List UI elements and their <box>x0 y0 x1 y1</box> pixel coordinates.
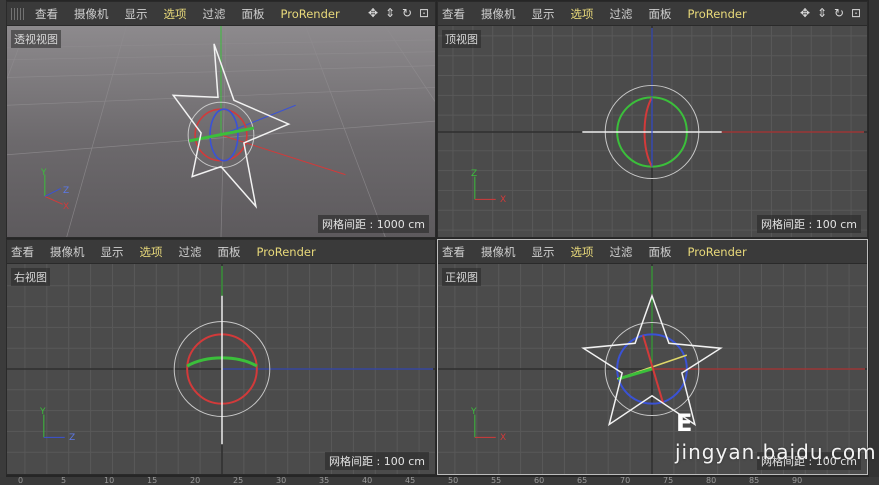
viewport-right[interactable]: 查看 摄像机 显示 选项 过滤 面板 ProRender 右视图 Y Z 网格间… <box>6 239 436 475</box>
grid-spacing-perspective: 网格间距 : 1000 cm <box>318 215 429 233</box>
viewport-title-front: 正视图 <box>442 268 481 286</box>
move-view-icon[interactable]: ✥ <box>366 6 380 20</box>
menu-camera[interactable]: 摄像机 <box>481 6 516 22</box>
pan-view-icon[interactable]: ⇕ <box>383 6 397 20</box>
menu-options[interactable]: 选项 <box>571 244 594 260</box>
right-canvas[interactable]: 右视图 Y Z 网格间距 : 100 cm <box>7 264 435 474</box>
axis-y-label: Y <box>471 407 477 417</box>
viewport-perspective[interactable]: 查看 摄像机 显示 选项 过滤 面板 ProRender ✥ ⇕ ↻ ⊡ 透视视… <box>6 1 436 238</box>
axis-x-label: X <box>63 202 70 212</box>
timeline-tick: 50 <box>448 476 459 485</box>
timeline-tick: 15 <box>147 476 158 485</box>
timeline-tick: 75 <box>663 476 674 485</box>
viewport-title-perspective: 透视视图 <box>11 30 61 48</box>
rotate-view-icon[interactable]: ↻ <box>400 6 414 20</box>
timeline-tick: 5 <box>61 476 67 485</box>
menu-display[interactable]: 显示 <box>125 6 148 22</box>
pan-view-icon[interactable]: ⇕ <box>815 6 829 20</box>
timeline-tick: 20 <box>190 476 201 485</box>
menu-view[interactable]: 查看 <box>11 244 34 260</box>
axis-z-label: Z <box>471 169 478 179</box>
grid-spacing-right: 网格间距 : 100 cm <box>325 452 429 470</box>
viewport-menubar: 查看 摄像机 显示 选项 过滤 面板 ProRender <box>7 240 435 264</box>
timeline-tick: 0 <box>18 476 24 485</box>
timeline-tick: 80 <box>706 476 717 485</box>
menu-options[interactable]: 选项 <box>164 6 187 22</box>
menu-prorender[interactable]: ProRender <box>281 7 340 21</box>
viewport-title-right: 右视图 <box>11 268 50 286</box>
menu-panel[interactable]: 面板 <box>218 244 241 260</box>
axis-y-label: Y <box>40 407 46 417</box>
viewport-menubar: 查看 摄像机 显示 选项 过滤 面板 ProRender <box>438 240 867 264</box>
watermark-text: jingyan.baidu.com <box>675 440 877 464</box>
timeline-tick: 70 <box>620 476 631 485</box>
timeline-tick: 40 <box>362 476 373 485</box>
menu-panel[interactable]: 面板 <box>242 6 265 22</box>
viewport-menubar: 查看 摄像机 显示 选项 过滤 面板 ProRender ✥ ⇕ ↻ ⊡ <box>438 2 867 26</box>
timeline-tick: 85 <box>749 476 760 485</box>
menu-view[interactable]: 查看 <box>442 244 465 260</box>
menu-filter[interactable]: 过滤 <box>610 244 633 260</box>
viewport-top[interactable]: 查看 摄像机 显示 选项 过滤 面板 ProRender ✥ ⇕ ↻ ⊡ 顶视图… <box>437 1 868 238</box>
viewport-title-top: 顶视图 <box>442 30 481 48</box>
timeline-tick: 55 <box>491 476 502 485</box>
menu-filter[interactable]: 过滤 <box>179 244 202 260</box>
top-canvas[interactable]: 顶视图 Z X 网格间距 : 100 cm <box>438 26 867 237</box>
menu-view[interactable]: 查看 <box>35 6 58 22</box>
drag-grip-icon[interactable] <box>11 7 25 20</box>
top-scene <box>438 26 867 237</box>
timeline-tick: 30 <box>276 476 287 485</box>
timeline-tick: 10 <box>104 476 115 485</box>
perspective-canvas[interactable]: 透视视图 Y Z X 网格间距 : 1000 cm <box>7 26 435 237</box>
menu-display[interactable]: 显示 <box>532 244 555 260</box>
viewport-menubar: 查看 摄像机 显示 选项 过滤 面板 ProRender ✥ ⇕ ↻ ⊡ <box>7 2 435 26</box>
perspective-scene <box>7 26 435 237</box>
menu-display[interactable]: 显示 <box>532 6 555 22</box>
timeline-tick: 60 <box>534 476 545 485</box>
menu-camera[interactable]: 摄像机 <box>481 244 516 260</box>
timeline-tick: 35 <box>319 476 330 485</box>
axis-z-label: Z <box>69 433 76 443</box>
menu-panel[interactable]: 面板 <box>649 244 672 260</box>
right-panel-strip <box>869 0 879 485</box>
axis-y-label: Y <box>41 168 47 178</box>
watermark-logo: E <box>676 409 693 437</box>
menu-options[interactable]: 选项 <box>571 6 594 22</box>
maximize-view-icon[interactable]: ⊡ <box>849 6 863 20</box>
rotate-view-icon[interactable]: ↻ <box>832 6 846 20</box>
menu-view[interactable]: 查看 <box>442 6 465 22</box>
menu-options[interactable]: 选项 <box>140 244 163 260</box>
menu-display[interactable]: 显示 <box>101 244 124 260</box>
menu-filter[interactable]: 过滤 <box>610 6 633 22</box>
menu-panel[interactable]: 面板 <box>649 6 672 22</box>
axis-x-label: X <box>500 433 507 443</box>
timeline-tick: 45 <box>405 476 416 485</box>
menu-camera[interactable]: 摄像机 <box>74 6 109 22</box>
menu-prorender[interactable]: ProRender <box>688 245 747 259</box>
maximize-view-icon[interactable]: ⊡ <box>417 6 431 20</box>
move-view-icon[interactable]: ✥ <box>798 6 812 20</box>
menu-prorender[interactable]: ProRender <box>688 7 747 21</box>
axis-z-label: Z <box>63 186 70 196</box>
timeline-tick: 25 <box>233 476 244 485</box>
menu-prorender[interactable]: ProRender <box>257 245 316 259</box>
cinema4d-viewports: { "menu_labels": { "view": "查看", "camera… <box>0 0 879 485</box>
menu-camera[interactable]: 摄像机 <box>50 244 85 260</box>
timeline-ruler[interactable]: 0 5 10 15 20 25 30 35 40 45 50 55 60 65 70 75 80 85 90 <box>0 476 879 485</box>
axis-x-label: X <box>500 195 507 205</box>
grid-spacing-top: 网格间距 : 100 cm <box>757 215 861 233</box>
timeline-tick: 65 <box>577 476 588 485</box>
timeline-tick: 90 <box>792 476 803 485</box>
menu-filter[interactable]: 过滤 <box>203 6 226 22</box>
